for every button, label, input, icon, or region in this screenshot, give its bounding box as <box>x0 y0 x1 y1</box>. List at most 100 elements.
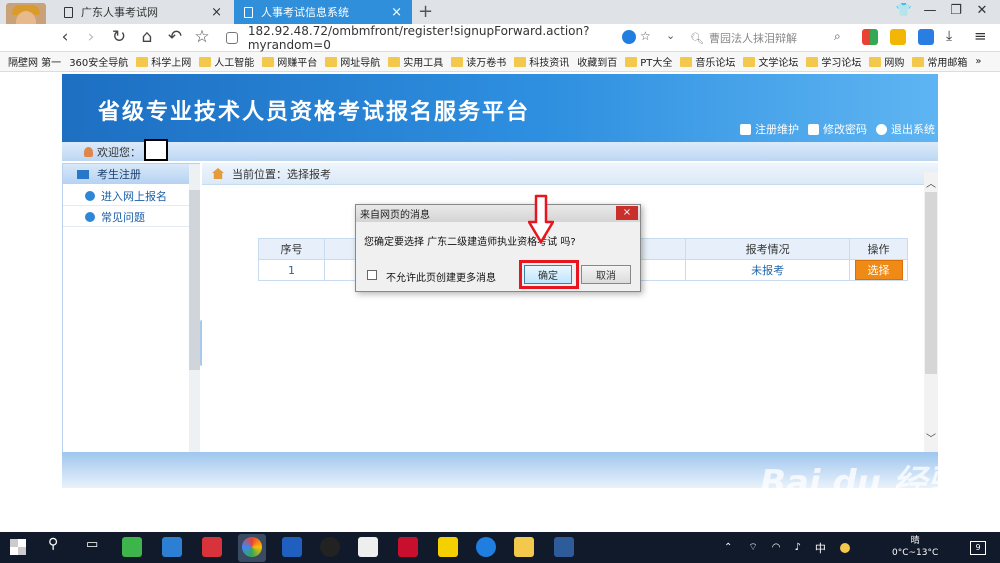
bookmark-folder[interactable]: 读万卷书 <box>451 54 506 69</box>
tab-label: 广东人事考试网 <box>81 6 158 19</box>
taskbar <box>0 532 1000 563</box>
suppress-messages-checkbox[interactable] <box>367 270 377 280</box>
search-icon[interactable]: ⚲ <box>48 536 58 552</box>
content-scroll-thumb[interactable] <box>925 192 937 374</box>
tab-exam-system[interactable]: 人事考试信息系统 × <box>234 0 412 24</box>
bookmark-item[interactable]: 360安全导航 <box>69 54 128 69</box>
scroll-down-icon[interactable]: ﹀ <box>924 430 938 445</box>
bookmark-folder[interactable]: 音乐论坛 <box>680 54 735 69</box>
calculator-icon[interactable] <box>162 537 182 557</box>
close-tab-icon[interactable]: × <box>391 5 402 20</box>
baidu-watermark-url: jingyan.baidu.com <box>770 512 872 525</box>
favorite-star-icon[interactable]: ☆ <box>191 27 213 47</box>
system-tray: ⌃ ⌔ ◠ ♪ 中 <box>724 532 850 563</box>
folder-icon <box>680 56 693 67</box>
volume-icon[interactable]: ♪ <box>795 542 801 553</box>
baidu-netdisk-icon[interactable] <box>282 537 302 557</box>
highlight-box <box>519 260 579 289</box>
bookmark-folder[interactable]: 实用工具 <box>388 54 443 69</box>
back-button[interactable]: ‹ <box>54 27 76 47</box>
bookmark-folder[interactable]: 学习论坛 <box>806 54 861 69</box>
bookmark-folder[interactable]: 网购 <box>869 54 904 69</box>
folder-icon <box>806 56 819 67</box>
bookmark-folder[interactable]: PT大全 <box>625 54 672 69</box>
cancel-button[interactable]: 取消 <box>581 265 631 284</box>
shield-icon[interactable] <box>918 29 934 45</box>
bookmarks-bar: 隔壁网 第一 360安全导航 科学上网 人工智能 网赚平台 网址导航 实用工具 … <box>0 52 1000 72</box>
tab-label: 人事考试信息系统 <box>261 6 349 19</box>
refresh-button[interactable]: ↻ <box>108 27 130 47</box>
menu-icon[interactable]: ≡ <box>974 27 987 45</box>
change-password-link[interactable]: 修改密码 <box>808 121 867 137</box>
select-button[interactable]: 选择 <box>854 260 903 280</box>
folder-icon <box>262 56 275 67</box>
bookmark-folder[interactable]: 科技资讯 <box>514 54 569 69</box>
bookmark-folder[interactable]: 文学论坛 <box>743 54 798 69</box>
sidebar-item-online-signup[interactable]: 进入网上报名 <box>63 186 189 206</box>
dialog-title: 来自网页的消息 <box>356 205 640 222</box>
mail-icon <box>77 169 89 179</box>
folder-icon <box>199 56 212 67</box>
page-title: 省级专业技术人员资格考试报名服务平台 <box>98 99 531 125</box>
bookmark-folder[interactable]: 网赚平台 <box>262 54 317 69</box>
browser-360-icon[interactable] <box>242 537 262 557</box>
undo-close-button[interactable]: ↶ <box>164 27 186 47</box>
notification-center-icon[interactable]: 9 <box>970 541 986 555</box>
row-status: 未报考 <box>685 259 851 281</box>
baidu-watermark-logo: Bai du 经验 <box>760 463 961 503</box>
network-icon[interactable]: ⌔ <box>748 541 757 554</box>
app-it-icon[interactable] <box>202 537 222 557</box>
tray-chevron-icon[interactable]: ⌃ <box>724 542 732 553</box>
row-no: 1 <box>258 259 325 281</box>
search-placeholder: 曹园法人抹泪辩解 <box>708 32 797 45</box>
home-button[interactable]: ⌂ <box>136 27 158 47</box>
ie-engine-icon[interactable] <box>622 30 636 44</box>
weather-widget[interactable]: 晴 0°C~13°C <box>892 535 938 559</box>
extension-icon[interactable] <box>890 29 906 45</box>
bookmarks-more[interactable]: » <box>975 56 981 67</box>
task-view-icon[interactable]: ▭ <box>86 537 98 552</box>
bookmark-item[interactable]: 收藏到百 <box>577 54 617 69</box>
sidebar-scroll-thumb[interactable] <box>189 190 200 370</box>
weather-sun-icon <box>839 542 850 553</box>
scroll-up-icon[interactable]: ︿ <box>924 175 938 190</box>
app-fox-icon[interactable] <box>358 537 378 557</box>
bookmark-folder[interactable]: 人工智能 <box>199 54 254 69</box>
ie-icon[interactable] <box>476 537 496 557</box>
qq-icon[interactable] <box>320 537 340 557</box>
file-explorer-icon[interactable] <box>514 537 534 557</box>
url-field[interactable]: 182.92.48.72/ombmfront/register!signupFo… <box>226 24 666 52</box>
bookmark-folder[interactable]: 网址导航 <box>325 54 380 69</box>
bookmark-item[interactable]: 隔壁网 第一 <box>8 54 61 69</box>
close-window-button[interactable]: ✕ <box>972 3 992 18</box>
folder-icon <box>869 56 882 67</box>
app-red-icon[interactable] <box>398 537 418 557</box>
restore-button[interactable]: ❐ <box>946 3 966 18</box>
bookmark-folder[interactable]: 常用邮箱 <box>912 54 967 69</box>
app-yellow-icon[interactable] <box>438 537 458 557</box>
minimize-button[interactable]: — <box>920 3 940 18</box>
wechat-icon[interactable] <box>122 537 142 557</box>
skin-icon[interactable]: 👕 <box>894 3 914 18</box>
dialog-close-button[interactable]: × <box>616 206 638 220</box>
bookmark-star-icon[interactable]: ☆ <box>640 29 651 43</box>
wifi-icon[interactable]: ◠ <box>772 542 781 553</box>
sidebar-item-faq[interactable]: 常见问题 <box>63 207 189 227</box>
vs-icon[interactable] <box>554 537 574 557</box>
forward-button[interactable]: › <box>80 27 102 47</box>
close-tab-icon[interactable]: × <box>211 5 222 20</box>
search-magnifier-icon[interactable]: ⌕ <box>834 29 841 44</box>
logout-link[interactable]: 退出系统 <box>876 121 935 137</box>
folder-icon <box>912 56 925 67</box>
register-maintenance-link[interactable]: 注册维护 <box>740 121 799 137</box>
new-tab-button[interactable]: + <box>418 1 433 22</box>
download-icon[interactable]: ⤓ <box>946 28 952 44</box>
apps-icon[interactable] <box>862 29 878 45</box>
bookmark-folder[interactable]: 科学上网 <box>136 54 191 69</box>
sidebar-heading[interactable]: 考生注册 <box>63 164 189 184</box>
tab-guangdong-exam[interactable]: 广东人事考试网 × <box>54 0 232 24</box>
chevron-down-icon[interactable]: ⌄ <box>666 29 675 42</box>
windows-start-icon[interactable] <box>10 539 26 555</box>
search-input[interactable]: 🔍︎ 曹园法人抹泪辩解 <box>690 28 850 48</box>
ime-indicator[interactable]: 中 <box>815 540 826 556</box>
